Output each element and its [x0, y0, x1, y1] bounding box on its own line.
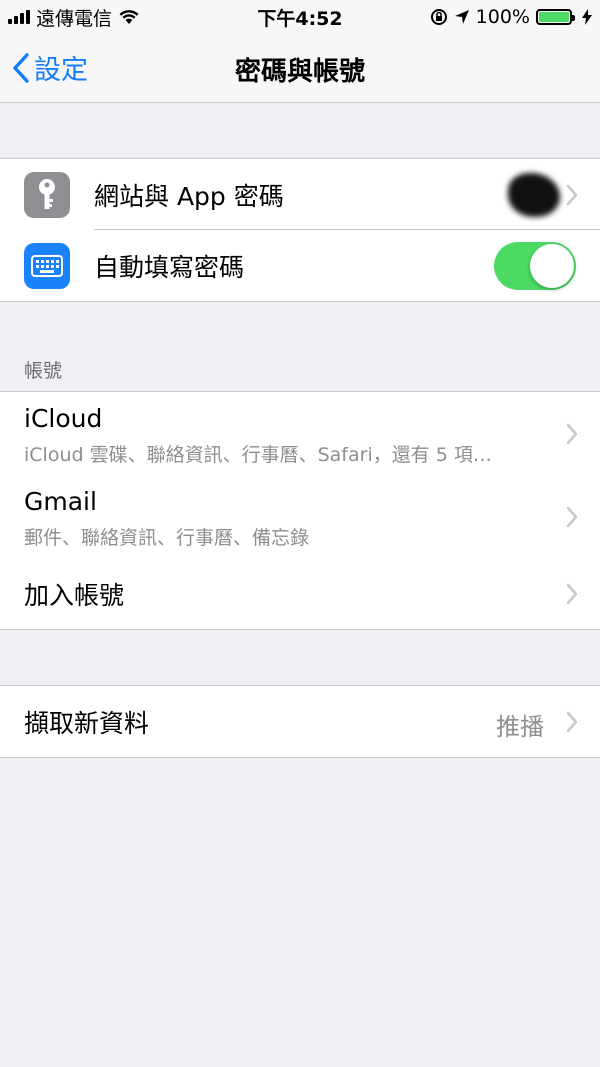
status-bar: 遠傳電信 下午4:52 100% — [0, 0, 600, 34]
signal-icon — [8, 10, 30, 24]
chevron-right-icon — [566, 184, 578, 205]
add-account-row[interactable]: 加入帳號 — [0, 558, 600, 629]
page-title: 密碼與帳號 — [234, 57, 365, 87]
orientation-lock-icon — [430, 9, 447, 25]
accounts-section-header: 帳號 — [24, 360, 63, 382]
navigation-bar: 設定 密碼與帳號 — [0, 34, 600, 103]
accounts-group: iCloud iCloud 雲碟、聯絡資訊、行事曆、Safari，還有 5 項…… — [0, 391, 600, 630]
wifi-icon — [119, 10, 139, 24]
chevron-right-icon — [566, 423, 578, 444]
chevron-right-icon — [566, 583, 578, 604]
redacted-blur — [508, 173, 560, 217]
chevron-right-icon — [566, 506, 578, 527]
account-title: Gmail — [24, 487, 97, 516]
autofill-toggle[interactable] — [494, 242, 576, 290]
status-right: 100% — [430, 6, 600, 28]
fetch-mode-value: 推播 — [496, 713, 544, 741]
account-subtitle: iCloud 雲碟、聯絡資訊、行事曆、Safari，還有 5 項… — [24, 444, 492, 466]
website-passwords-row[interactable]: 網站與 App 密碼 — [0, 159, 600, 230]
fetch-new-data-row[interactable]: 擷取新資料 推播 — [0, 686, 600, 757]
battery-icon — [536, 9, 575, 25]
location-icon — [454, 10, 469, 24]
account-row-gmail[interactable]: Gmail 郵件、聯絡資訊、行事曆、備忘錄 — [0, 475, 600, 558]
add-account-label: 加入帳號 — [24, 580, 125, 610]
password-group: 網站與 App 密碼 自動填寫密碼 — [0, 158, 600, 302]
charging-icon — [582, 9, 592, 25]
battery-percent: 100% — [475, 6, 530, 28]
key-icon — [24, 171, 70, 218]
carrier-name: 遠傳電信 — [36, 7, 113, 30]
account-row-icloud[interactable]: iCloud iCloud 雲碟、聯絡資訊、行事曆、Safari，還有 5 項… — [0, 392, 600, 475]
account-title: iCloud — [24, 404, 103, 433]
status-left: 遠傳電信 — [0, 4, 140, 31]
fetch-group: 擷取新資料 推播 — [0, 685, 600, 758]
account-subtitle: 郵件、聯絡資訊、行事曆、備忘錄 — [24, 527, 310, 549]
chevron-right-icon — [566, 711, 578, 732]
keyboard-icon — [24, 242, 70, 289]
toggle-knob — [530, 244, 574, 288]
autofill-row: 自動填寫密碼 — [0, 230, 600, 301]
